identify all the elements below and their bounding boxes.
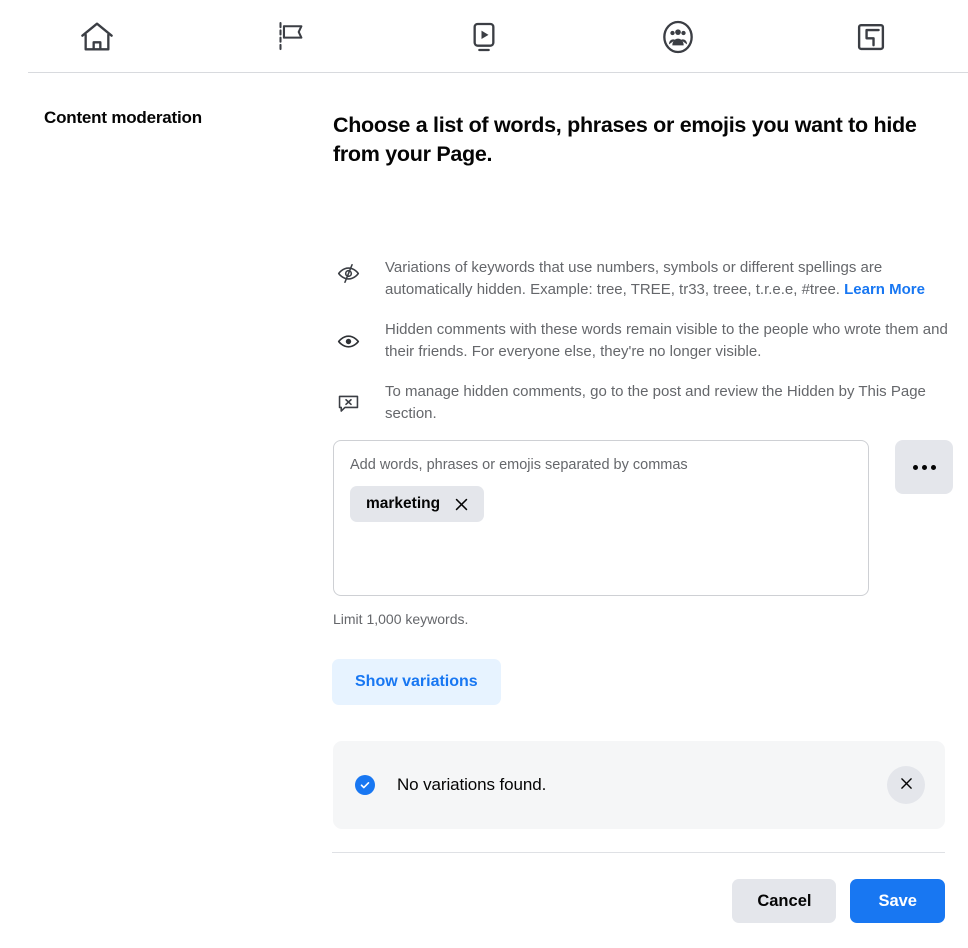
- keyword-input-area: Add words, phrases or emojis separated b…: [333, 440, 953, 596]
- more-options-icon-dot2: [921, 464, 927, 470]
- video-icon: [464, 17, 504, 57]
- info-text-visibility: Hidden comments with these words remain …: [385, 321, 948, 361]
- home-icon: [77, 17, 117, 57]
- flag-icon: [271, 17, 309, 57]
- save-button[interactable]: Save: [850, 879, 945, 923]
- show-variations-button[interactable]: Show variations: [332, 659, 501, 705]
- info-text-body: Variations of keywords that use numbers,…: [385, 259, 883, 299]
- keyword-chip-list: marketing: [350, 486, 852, 522]
- keyword-chip-label: marketing: [366, 495, 441, 512]
- main-content: Choose a list of words, phrases or emoji…: [310, 73, 968, 948]
- keyword-input-placeholder: Add words, phrases or emojis separated b…: [350, 457, 688, 473]
- more-options-button[interactable]: [895, 440, 953, 494]
- comment-x-icon: [333, 391, 363, 416]
- eye-slash-icon: [333, 261, 363, 286]
- check-circle-icon: [355, 775, 375, 795]
- nav-tab-watch[interactable]: [387, 0, 581, 73]
- page-title: Choose a list of words, phrases or emoji…: [333, 113, 917, 166]
- cancel-button[interactable]: Cancel: [732, 879, 837, 923]
- info-text-manage: To manage hidden comments, go to the pos…: [385, 383, 926, 423]
- notice-close-button[interactable]: [887, 766, 925, 804]
- info-list: Variations of keywords that use numbers,…: [333, 257, 953, 425]
- eye-icon: [333, 329, 363, 354]
- footer-divider: [332, 852, 945, 853]
- keyword-chip[interactable]: marketing: [350, 486, 485, 522]
- close-icon: [898, 775, 915, 795]
- sidebar: Content moderation: [0, 73, 310, 948]
- keyword-input[interactable]: Add words, phrases or emojis separated b…: [333, 440, 869, 596]
- variations-notice-text: No variations found.: [397, 775, 547, 794]
- page-body: Content moderation Choose a list of word…: [0, 73, 968, 948]
- footer-actions: Cancel Save: [310, 879, 968, 923]
- info-row-variations: Variations of keywords that use numbers,…: [333, 257, 953, 301]
- nav-tab-home[interactable]: [0, 0, 194, 73]
- nav-tab-gaming[interactable]: [774, 0, 968, 73]
- nav-tab-groups[interactable]: [581, 0, 775, 73]
- close-icon[interactable]: [453, 496, 470, 513]
- learn-more-link[interactable]: Learn More: [844, 281, 925, 298]
- info-text-variations: Variations of keywords that use numbers,…: [385, 257, 953, 301]
- top-navigation-bar: [0, 0, 968, 73]
- sidebar-section-title: Content moderation: [44, 108, 202, 127]
- keyword-limit-note: Limit 1,000 keywords.: [333, 611, 469, 627]
- nav-tab-pages[interactable]: [194, 0, 388, 73]
- more-options-icon-dot3: [930, 464, 936, 470]
- info-row-visibility: Hidden comments with these words remain …: [333, 319, 953, 363]
- more-options-icon: [912, 464, 918, 470]
- groups-icon: [658, 17, 698, 57]
- info-row-manage: To manage hidden comments, go to the pos…: [333, 381, 953, 425]
- variations-notice: No variations found.: [333, 741, 945, 829]
- gaming-icon: [852, 18, 890, 56]
